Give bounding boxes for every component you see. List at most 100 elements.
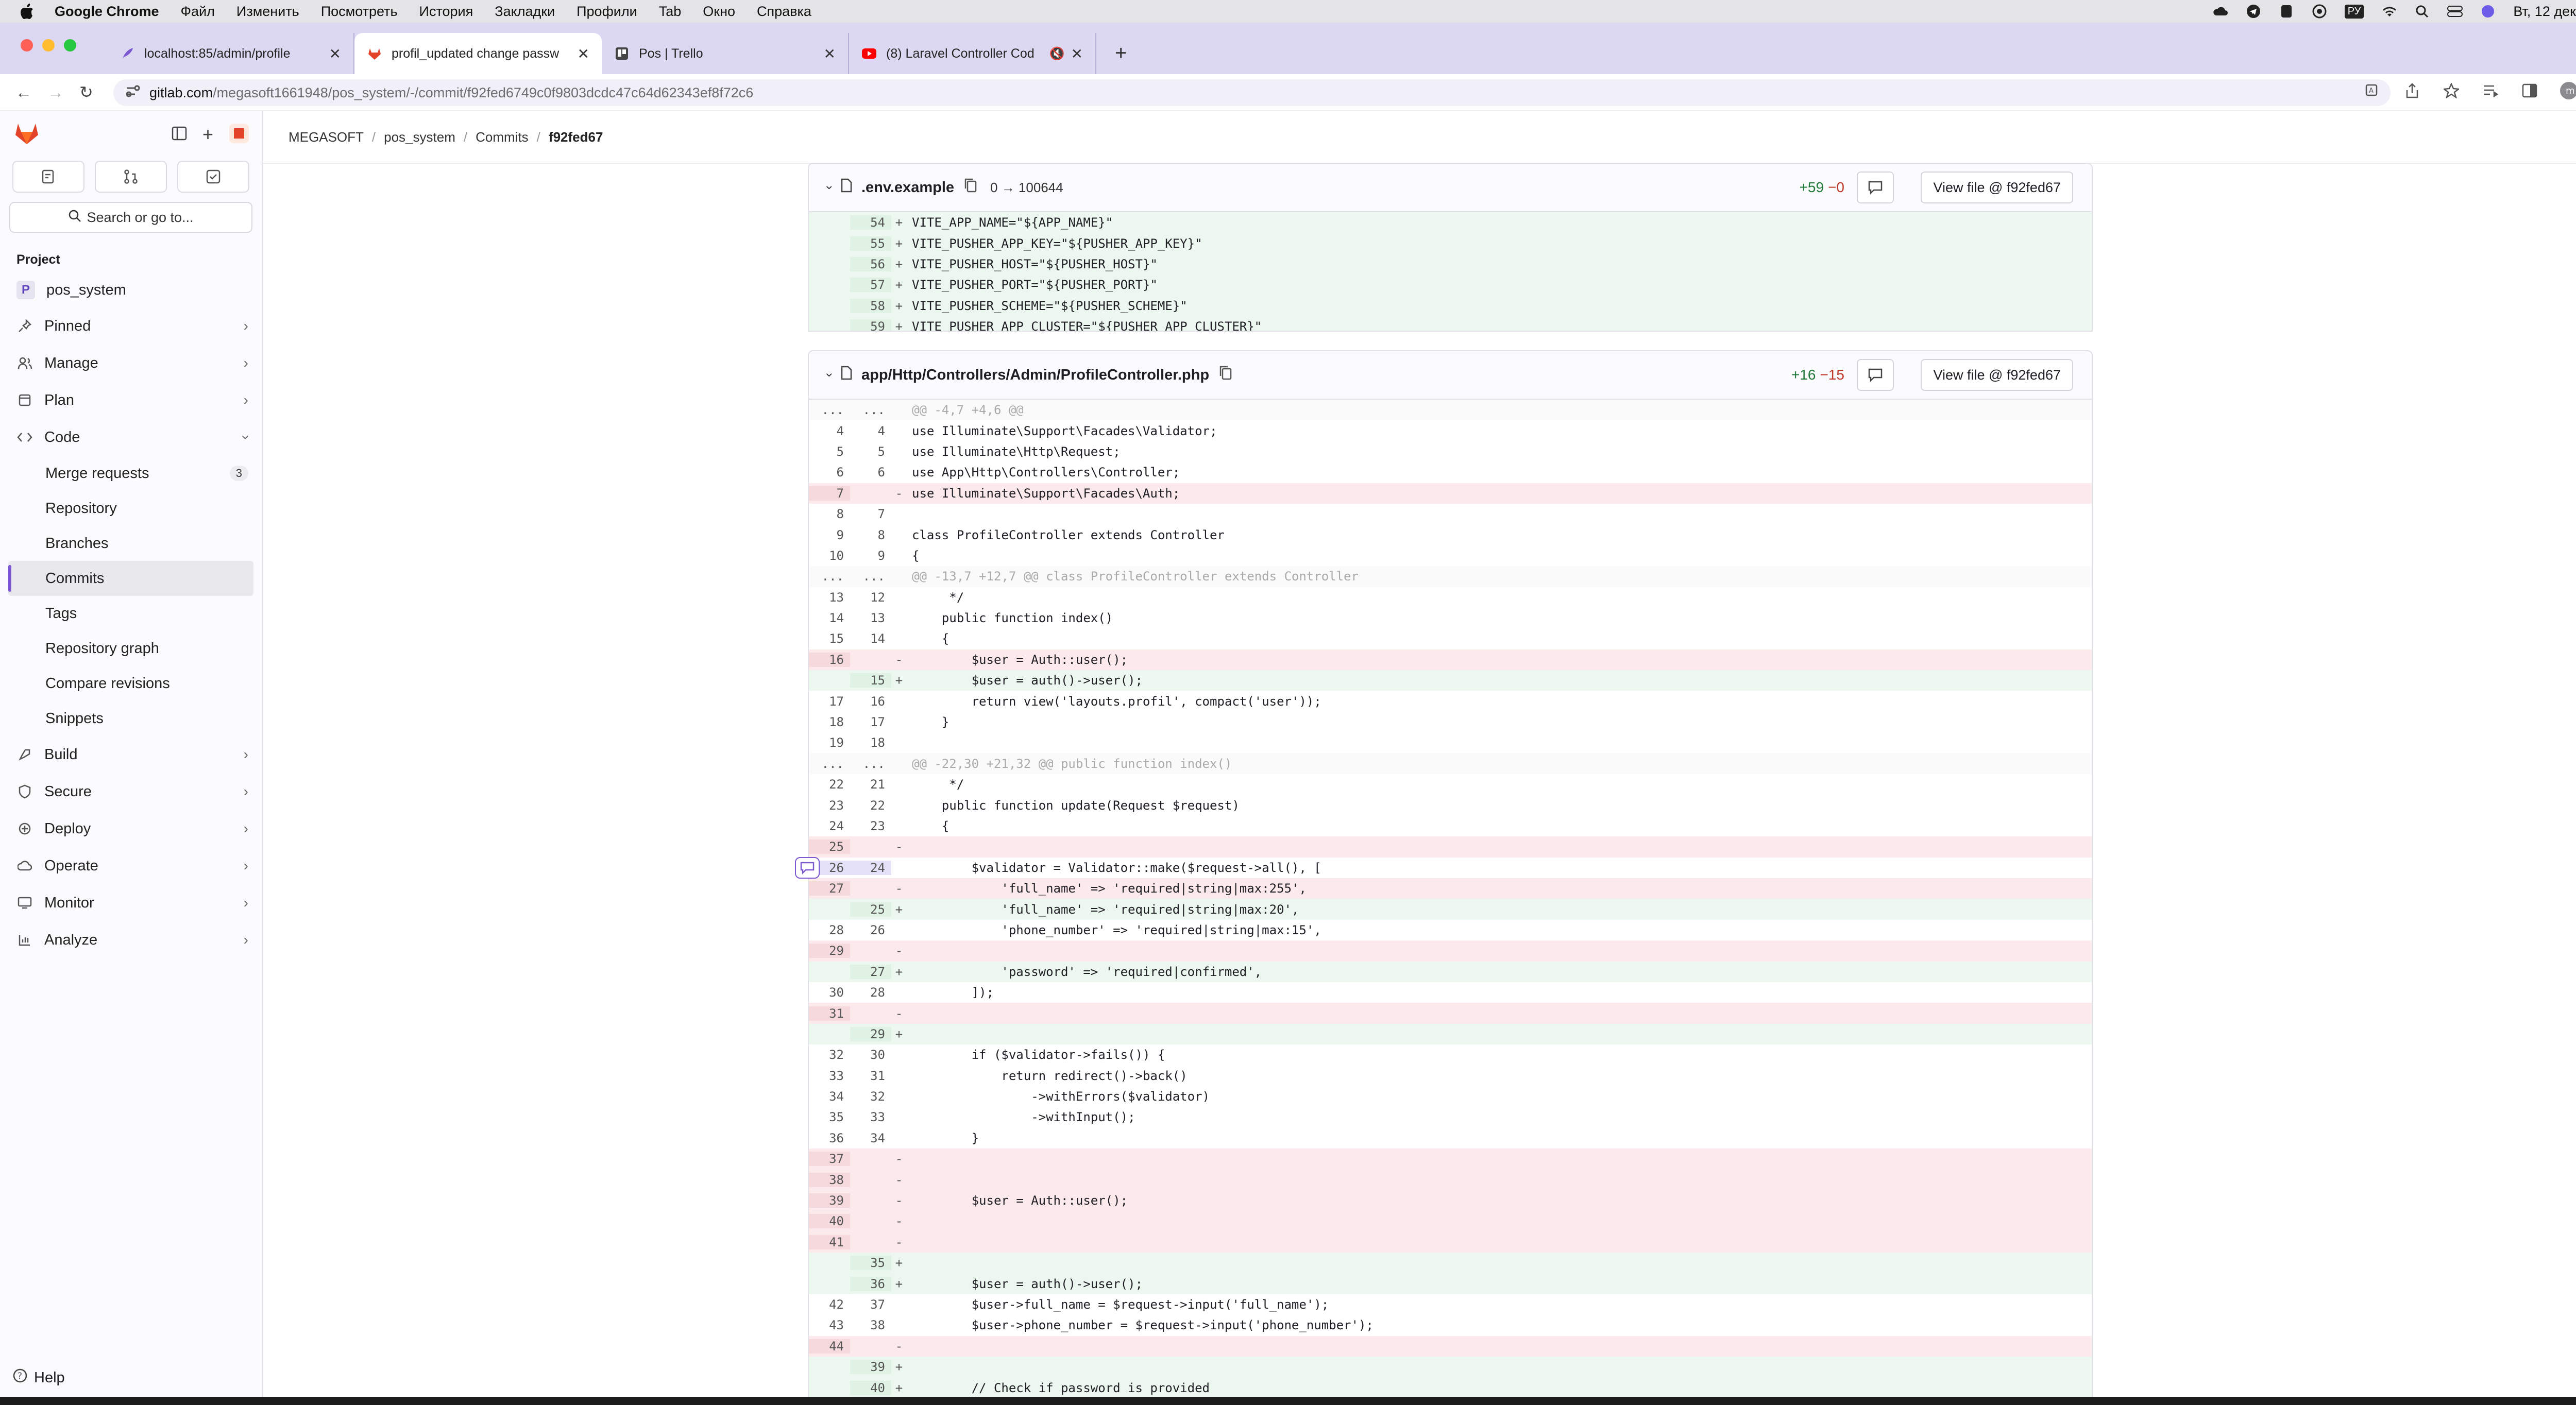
old-line-number[interactable]: 43 [809, 1318, 850, 1332]
new-line-number[interactable]: 30 [850, 1048, 891, 1062]
merge-requests-button[interactable] [95, 161, 167, 193]
new-line-number[interactable]: 56 [850, 256, 891, 271]
new-line-number[interactable]: 32 [850, 1089, 891, 1104]
new-line-number[interactable]: 57 [850, 278, 891, 293]
comment-button[interactable] [1857, 172, 1894, 203]
breadcrumb-item[interactable]: MEGASOFT [289, 129, 364, 145]
new-line-number[interactable]: 13 [850, 611, 891, 625]
new-line-number[interactable]: 14 [850, 631, 891, 646]
new-line-number[interactable]: 22 [850, 798, 891, 813]
new-line-number[interactable]: 28 [850, 985, 891, 1000]
reload-icon[interactable]: ↻ [79, 82, 93, 102]
collapse-chevron-icon[interactable]: › [822, 373, 837, 377]
old-line-number[interactable]: ... [809, 757, 850, 771]
menu-profiles[interactable]: Профили [577, 4, 637, 20]
old-line-number[interactable]: 23 [809, 798, 850, 813]
sidebar-item-plan[interactable]: Plan › [0, 382, 262, 419]
old-line-number[interactable]: 39 [809, 1193, 850, 1208]
translate-icon[interactable]: A [2364, 81, 2382, 100]
new-line-number[interactable]: 18 [850, 735, 891, 750]
new-line-number[interactable]: 23 [850, 819, 891, 833]
sidebar-item-deploy[interactable]: Deploy › [0, 810, 262, 847]
tab-trello[interactable]: Pos | Trello ✕ [602, 33, 849, 74]
file-name[interactable]: app/Http/Controllers/Admin/ProfileContro… [861, 367, 1209, 384]
side-panel-icon[interactable] [2520, 81, 2539, 100]
collapse-chevron-icon[interactable]: › [822, 185, 837, 190]
new-line-number[interactable]: 27 [850, 964, 891, 979]
new-line-number[interactable]: 38 [850, 1318, 891, 1332]
new-line-number[interactable]: ... [850, 403, 891, 417]
new-line-number[interactable]: 9 [850, 549, 891, 563]
copy-path-icon[interactable] [964, 178, 977, 197]
close-tab-icon[interactable]: ✕ [824, 45, 836, 62]
old-line-number[interactable]: 22 [809, 777, 850, 792]
todo-button[interactable] [177, 161, 249, 193]
breadcrumb-item[interactable]: Commits [476, 129, 529, 145]
app-status-icon[interactable] [2279, 4, 2294, 19]
old-line-number[interactable]: 35 [809, 1110, 850, 1124]
telegram-icon[interactable] [2246, 4, 2261, 19]
profile-avatar[interactable]: m [2560, 81, 2576, 100]
sidebar-item-analyze[interactable]: Analyze › [0, 921, 262, 958]
old-line-number[interactable]: 25 [809, 839, 850, 854]
menu-file[interactable]: Файл [181, 4, 215, 20]
zoom-window-button[interactable] [64, 39, 76, 52]
cloud-status-icon[interactable] [2213, 4, 2228, 19]
new-line-number[interactable]: 12 [850, 590, 891, 605]
sidebar-item-pinned[interactable]: Pinned › [0, 307, 262, 345]
wifi-icon[interactable] [2381, 4, 2397, 19]
old-line-number[interactable]: 27 [809, 881, 850, 896]
old-line-number[interactable]: 29 [809, 944, 850, 958]
new-line-number[interactable]: 34 [850, 1131, 891, 1145]
view-file-button[interactable]: View file @ f92fed67 [1921, 359, 2073, 391]
sidebar-project-link[interactable]: P pos_system [0, 272, 262, 307]
new-line-number[interactable]: 29 [850, 1026, 891, 1041]
new-line-number[interactable]: 7 [850, 507, 891, 521]
sidebar-item-secure[interactable]: Secure › [0, 773, 262, 810]
sidebar-item-repository[interactable]: Repository [0, 491, 262, 526]
menu-app-name[interactable]: Google Chrome [55, 4, 159, 20]
new-line-number[interactable]: ... [850, 757, 891, 771]
new-line-number[interactable]: 59 [850, 319, 891, 331]
add-comment-icon[interactable] [795, 857, 820, 879]
close-tab-icon[interactable]: ✕ [1071, 45, 1083, 62]
old-line-number[interactable]: 34 [809, 1089, 850, 1104]
sidebar-item-compare-revisions[interactable]: Compare revisions [0, 666, 262, 701]
new-line-number[interactable]: 31 [850, 1069, 891, 1083]
menu-history[interactable]: История [419, 4, 473, 20]
old-line-number[interactable]: 24 [809, 819, 850, 833]
tab-localhost-profile[interactable]: localhost:85/admin/profile ✕ [107, 33, 354, 74]
new-line-number[interactable]: 39 [850, 1360, 891, 1375]
sidebar-item-monitor[interactable]: Monitor › [0, 884, 262, 921]
breadcrumb-item[interactable]: pos_system [384, 129, 455, 145]
sidebar-item-tags[interactable]: Tags [0, 596, 262, 631]
back-arrow-icon[interactable]: ← [15, 83, 32, 102]
sidebar-item-manage[interactable]: Manage › [0, 345, 262, 382]
new-line-number[interactable]: 33 [850, 1110, 891, 1124]
menu-bookmarks[interactable]: Закладки [495, 4, 555, 20]
old-line-number[interactable]: 19 [809, 735, 850, 750]
old-line-number[interactable]: 5 [809, 444, 850, 459]
new-line-number[interactable]: 5 [850, 444, 891, 459]
old-line-number[interactable]: 31 [809, 1006, 850, 1021]
clock[interactable]: Вт, 12 дек. 15:35 [2513, 4, 2576, 20]
search-button[interactable]: Search or go to... [9, 202, 252, 233]
sidebar-item-snippets[interactable]: Snippets [0, 701, 262, 736]
control-center-icon[interactable] [2447, 4, 2463, 19]
issues-button[interactable] [12, 161, 84, 193]
new-line-number[interactable]: 55 [850, 236, 891, 251]
old-line-number[interactable]: 10 [809, 549, 850, 563]
old-line-number[interactable]: 40 [809, 1214, 850, 1229]
mute-tab-icon[interactable]: 🔇 [1049, 46, 1065, 61]
create-new-icon[interactable]: + [202, 124, 213, 145]
apple-icon[interactable] [19, 3, 36, 20]
new-line-number[interactable]: 4 [850, 424, 891, 438]
breadcrumb-current[interactable]: f92fed67 [549, 129, 603, 145]
new-line-number[interactable]: 6 [850, 465, 891, 479]
sidebar-item-branches[interactable]: Branches [0, 526, 262, 561]
new-line-number[interactable]: 24 [850, 860, 891, 875]
old-line-number[interactable]: 42 [809, 1297, 850, 1312]
site-info-icon[interactable] [126, 85, 140, 101]
new-line-number[interactable]: 17 [850, 715, 891, 729]
reading-list-icon[interactable] [2481, 81, 2500, 100]
